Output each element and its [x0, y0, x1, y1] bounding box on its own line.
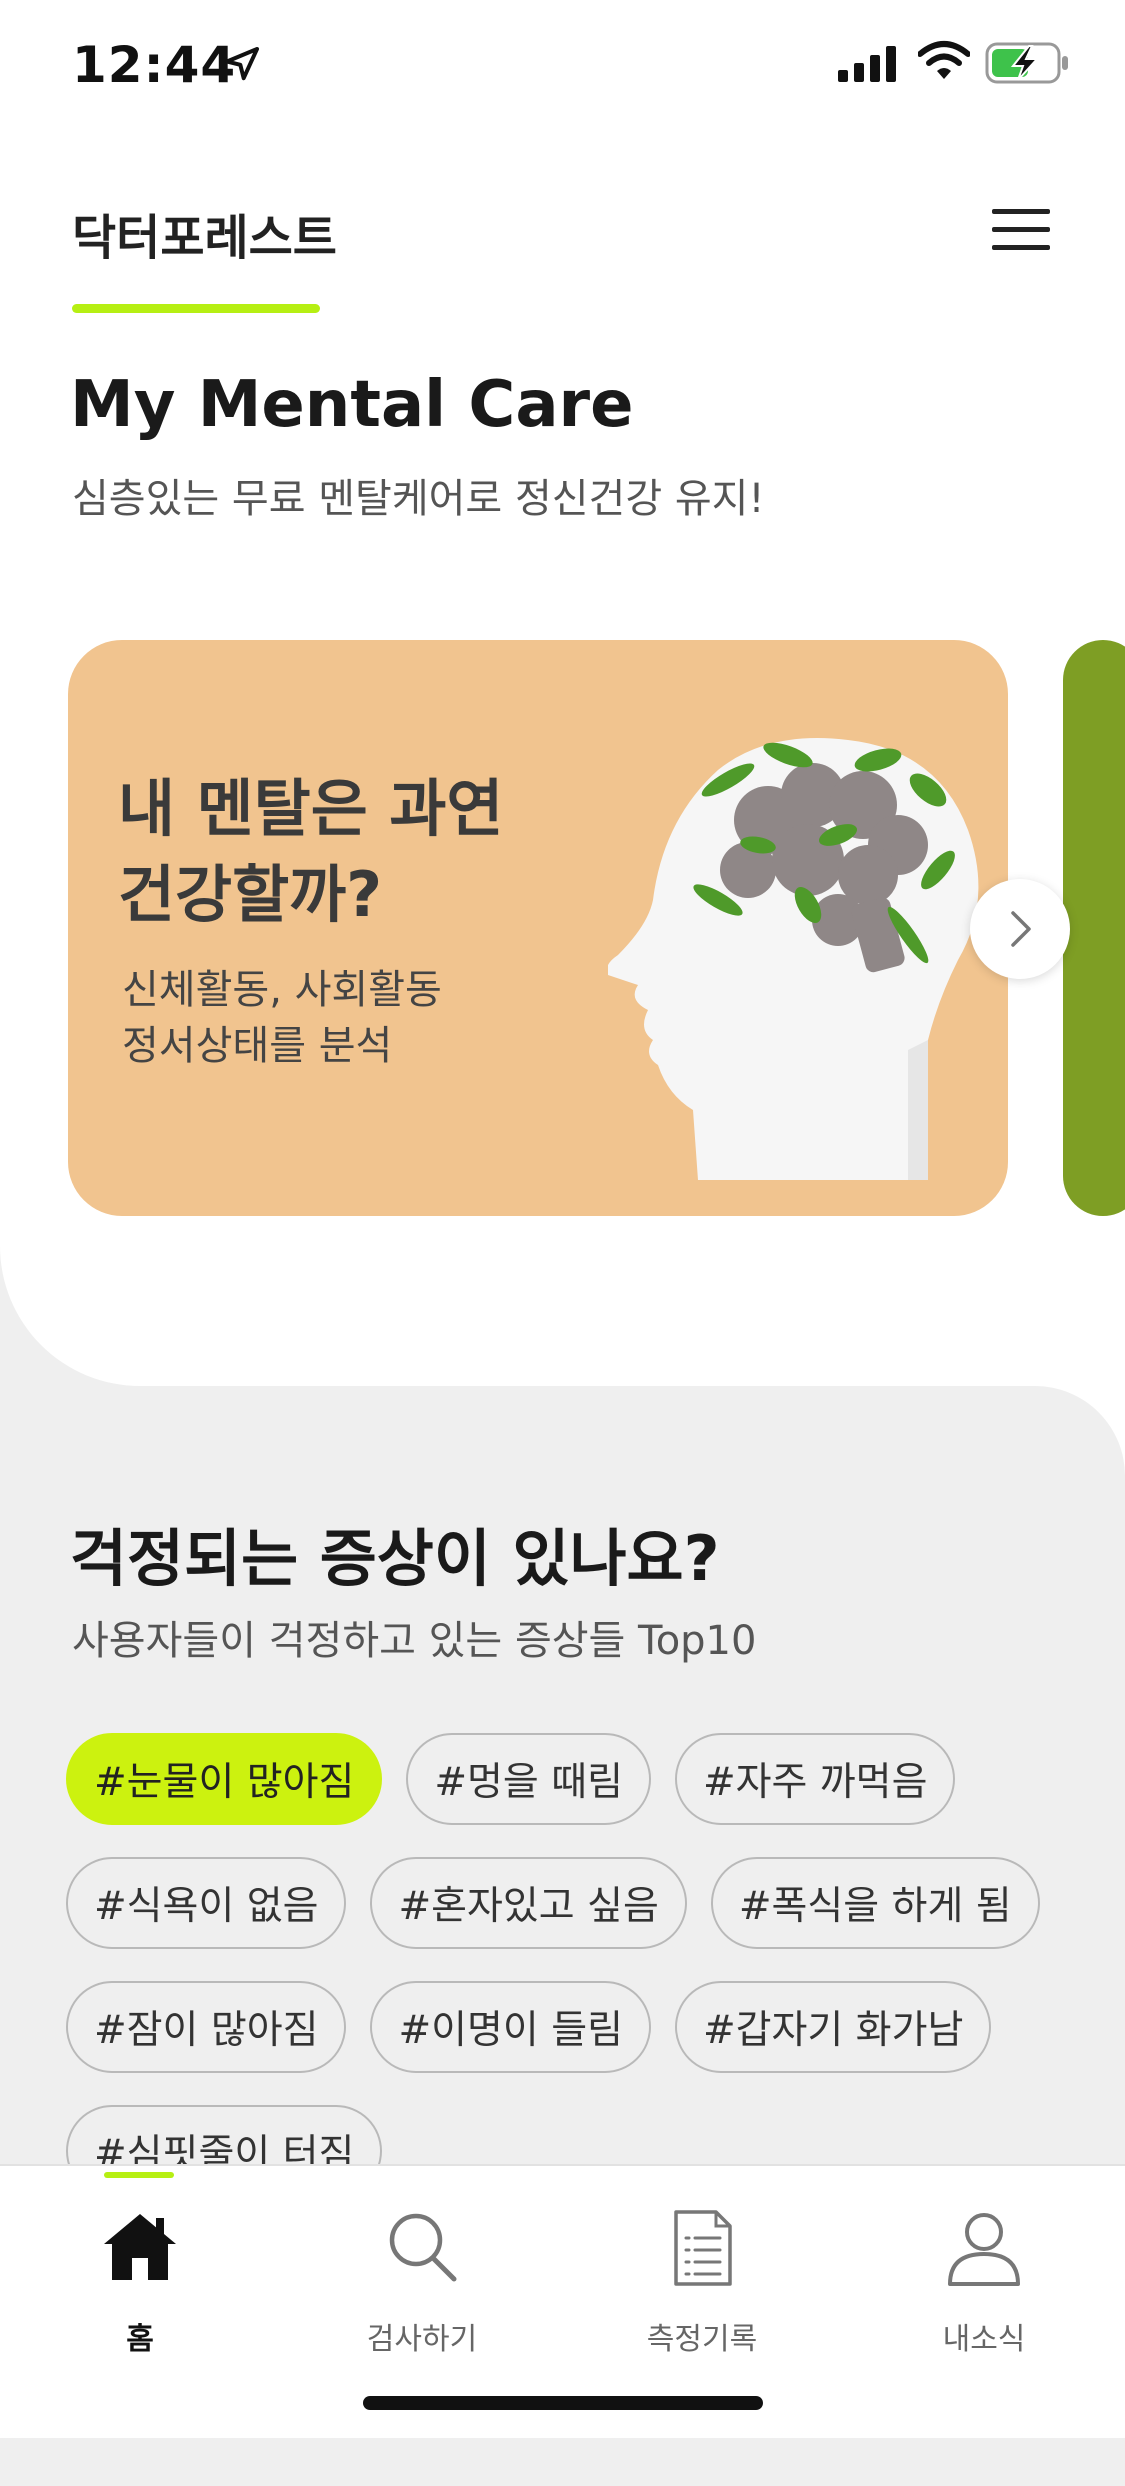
nav-item-home[interactable]: 홈 — [50, 2210, 230, 2360]
brand-tab-indicator — [72, 304, 320, 313]
nav-label-home: 홈 — [126, 2322, 154, 2357]
symptom-tag[interactable]: #식욕이 없음 — [66, 1857, 347, 1949]
brand-title[interactable]: 닥터포레스트 — [72, 198, 337, 268]
search-icon — [389, 2213, 457, 2282]
head-plant-illustration — [608, 738, 979, 1180]
carousel-next-button[interactable] — [970, 879, 1070, 979]
nav-label-records: 측정기록 — [646, 2322, 758, 2357]
nav-active-indicator — [104, 2172, 174, 2178]
next-carousel-card[interactable] — [1063, 640, 1125, 1216]
symptom-tag[interactable]: #이명이 들림 — [370, 1981, 651, 2073]
card-description: 신체활동, 사회활동 정서상태를 분석 — [122, 967, 442, 1069]
symptom-tag[interactable]: #잠이 많아짐 — [66, 1981, 347, 2073]
card-title: 내 멘탈은 과연 건강할까? — [118, 772, 504, 931]
nav-item-test[interactable]: 검사하기 — [332, 2210, 512, 2360]
document-icon — [674, 2210, 732, 2286]
hamburger-menu-icon[interactable] — [992, 205, 1052, 253]
symptom-tag[interactable]: #자주 까먹음 — [674, 1733, 956, 1825]
home-indicator[interactable] — [363, 2396, 763, 2410]
mental-check-card[interactable]: 내 멘탈은 과연 건강할까? 신체활동, 사회활동 정서상태를 분석 — [68, 640, 1008, 1216]
symptoms-subtitle: 사용자들이 걱정하고 있는 증상들 Top10 — [72, 1618, 757, 1664]
chevron-right-icon — [1011, 911, 1031, 947]
page-title: My Mental Care — [70, 368, 634, 442]
symptoms-title: 걱정되는 증상이 있나요? — [70, 1522, 720, 1595]
battery-charging-icon — [985, 42, 1068, 84]
status-bar: 12:44 — [0, 0, 1125, 130]
symptom-tag[interactable]: #멍을 때림 — [406, 1733, 651, 1825]
symptom-tag[interactable]: #폭식을 하게 됨 — [710, 1857, 1040, 1949]
nav-item-news[interactable]: 내소식 — [894, 2210, 1074, 2360]
symptom-tag-list: #눈물이 많아짐 #멍을 때림 #자주 까먹음 #식욕이 없음 #혼자있고 싶음… — [66, 1733, 1066, 2165]
person-icon — [948, 2213, 1020, 2286]
wifi-icon — [918, 41, 970, 79]
nav-item-records[interactable]: 측정기록 — [612, 2210, 792, 2360]
home-icon — [104, 2214, 176, 2280]
symptom-tag[interactable]: #심핏줄이 터짐 — [66, 2105, 383, 2165]
nav-label-news: 내소식 — [942, 2322, 1026, 2357]
location-arrow-icon — [225, 47, 259, 81]
status-time: 12:44 — [72, 36, 237, 94]
cellular-signal-icon — [838, 46, 896, 82]
symptom-tag[interactable]: #혼자있고 싶음 — [370, 1857, 687, 1949]
page-subtitle: 심층있는 무료 멘탈케어로 정신건강 유지! — [72, 476, 765, 522]
nav-label-test: 검사하기 — [366, 2322, 478, 2357]
symptom-tag[interactable]: #갑자기 화가남 — [674, 1981, 992, 2073]
symptom-tag[interactable]: #눈물이 많아짐 — [66, 1733, 383, 1825]
